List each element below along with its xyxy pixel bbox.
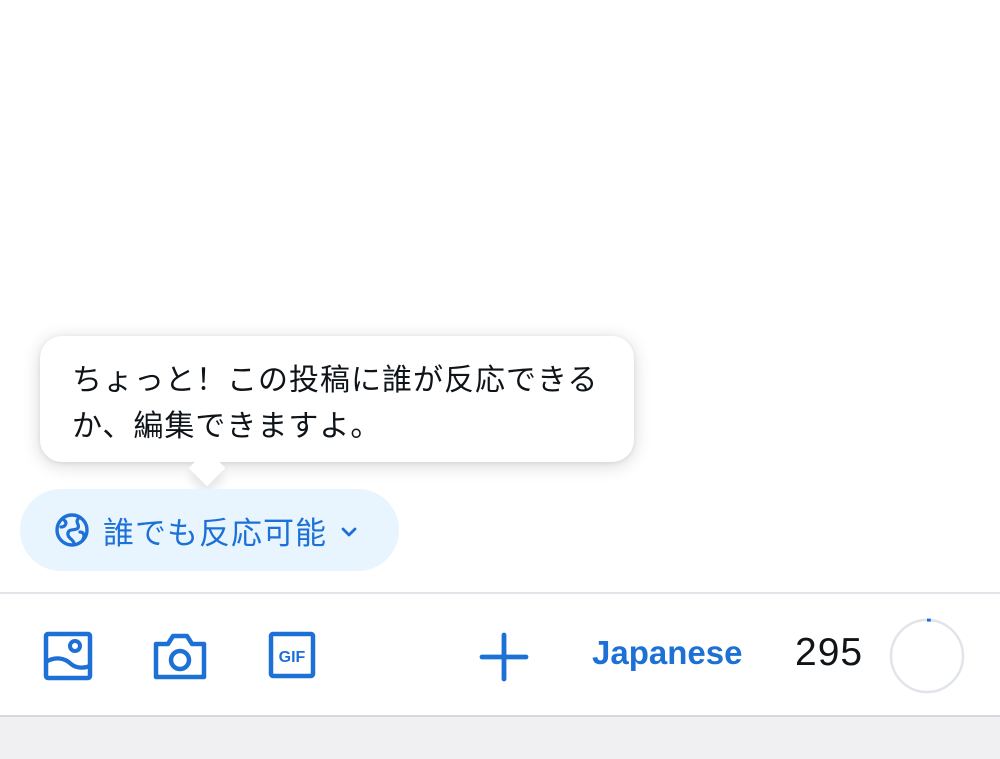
- tooltip-arrow-mask: [180, 440, 236, 462]
- image-icon[interactable]: [43, 631, 93, 681]
- chevron-down-icon: [339, 522, 359, 542]
- character-progress-ring: [889, 618, 965, 694]
- gif-icon[interactable]: GIF: [268, 631, 316, 679]
- plus-icon[interactable]: [478, 631, 530, 683]
- remaining-character-count: 295: [795, 631, 864, 674]
- reply-setting-tooltip: ちょっと！この投稿に誰が反応できるか、編集できますよ。: [40, 336, 634, 462]
- camera-icon[interactable]: [152, 631, 208, 681]
- bottom-bar: [0, 717, 1000, 759]
- reply-setting-button[interactable]: 誰でも反応可能: [20, 489, 399, 571]
- svg-text:GIF: GIF: [279, 649, 306, 666]
- tooltip-message: ちょっと！この投稿に誰が反応できるか、編集できますよ。: [72, 363, 599, 444]
- compose-toolbar: GIF Japanese 295: [0, 594, 1000, 715]
- globe-icon: [54, 512, 90, 548]
- compose-screen: ちょっと！この投稿に誰が反応できるか、編集できますよ。 誰でも反応可能 GIF …: [0, 0, 1000, 759]
- reply-setting-label: 誰でも反応可能: [103, 515, 327, 552]
- language-button[interactable]: Japanese: [592, 634, 742, 672]
